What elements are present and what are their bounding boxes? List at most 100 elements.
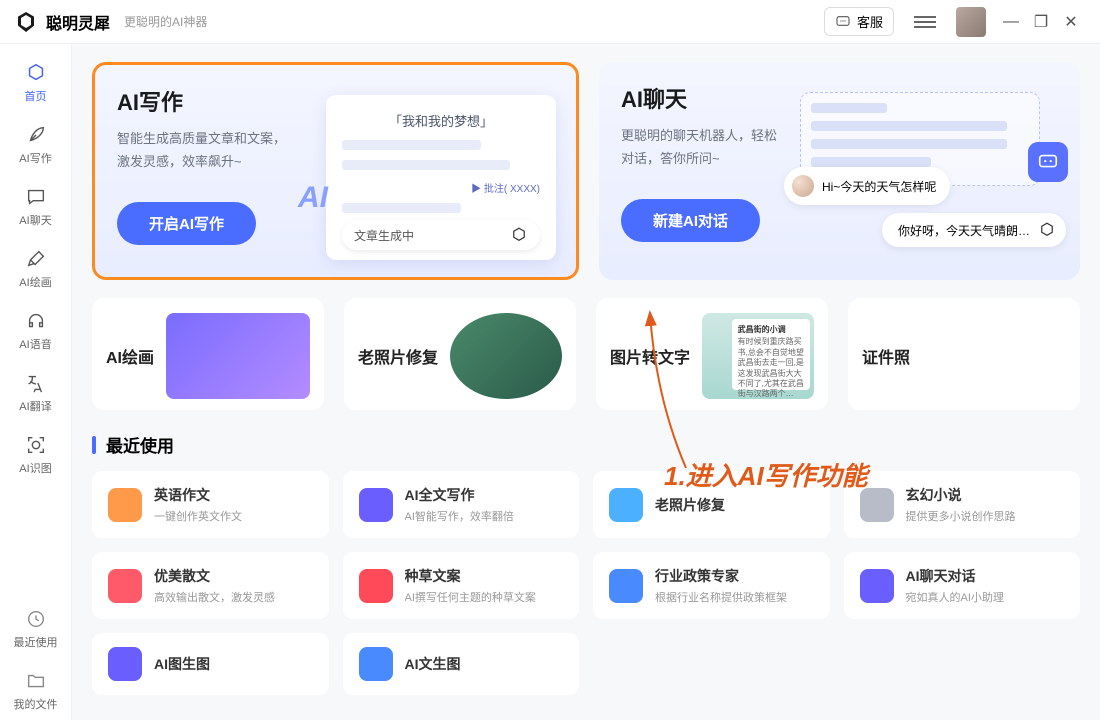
customer-service-button[interactable]: 客服 <box>824 7 894 36</box>
recent-item[interactable]: 英语作文 一键创作英文作文 <box>92 471 329 538</box>
translate-icon <box>25 372 47 394</box>
hero-card-write[interactable]: AI写作 智能生成高质量文章和文案，激发灵感，效率飙升~ 开启AI写作 「我和我… <box>92 62 579 280</box>
sidebar-item-label: 我的文件 <box>14 696 58 712</box>
recent-item-title: AI全文写作 <box>405 485 514 505</box>
recent-item-title: 老照片修复 <box>655 495 725 515</box>
headphone-icon <box>25 310 47 332</box>
recent-item-icon <box>108 488 142 522</box>
sidebar-item-label: AI写作 <box>19 150 51 166</box>
scan-icon <box>25 434 47 456</box>
chat-bubble-in: Hi~今天的天气怎样呢 <box>784 167 950 205</box>
brush-icon <box>25 248 47 270</box>
recent-item-icon <box>359 647 393 681</box>
recent-item-title: 种草文案 <box>405 566 536 586</box>
preview-note: ▶ 批注( XXXX) <box>342 180 540 195</box>
recent-item[interactable]: AI文生图 <box>343 633 580 695</box>
maximize-button[interactable]: ❐ <box>1026 12 1056 32</box>
recent-item-title: AI图生图 <box>154 654 210 674</box>
sidebar-item-ocr[interactable]: AI识图 <box>8 426 64 484</box>
sidebar-item-recent[interactable]: 最近使用 <box>8 600 64 658</box>
new-ai-chat-button[interactable]: 新建AI对话 <box>621 199 760 242</box>
hexagon-icon <box>510 226 528 244</box>
chat-fab-icon <box>1028 142 1068 182</box>
recent-item[interactable]: AI聊天对话 宛如真人的AI小助理 <box>844 552 1081 619</box>
recent-item-sub: AI撰写任何主题的种草文案 <box>405 589 536 605</box>
feature-title: 证件照 <box>862 344 910 368</box>
recent-item-sub: 提供更多小说创作思路 <box>906 508 1016 524</box>
recent-heading: 最近使用 <box>92 432 1080 457</box>
ocr-thumb: 武昌街的小调有时候到重庆路买书,总会不自觉地望武昌街去走一回,是这发现武昌街大大… <box>702 313 814 399</box>
recent-item-icon <box>359 488 393 522</box>
recent-item-title: 英语作文 <box>154 485 242 505</box>
feature-old-photo[interactable]: 老照片修复 <box>344 298 576 410</box>
recent-item-icon <box>609 569 643 603</box>
recent-item-title: 优美散文 <box>154 566 275 586</box>
app-tagline: 更聪明的AI神器 <box>124 13 207 30</box>
app-logo: 聪明灵犀 <box>14 10 110 34</box>
recent-item[interactable]: 种草文案 AI撰写任何主题的种草文案 <box>343 552 580 619</box>
recent-grid: 英语作文 一键创作英文作文 AI全文写作 AI智能写作，效率翻倍 老照片修复 玄… <box>92 471 1080 695</box>
recent-item[interactable]: 玄幻小说 提供更多小说创作思路 <box>844 471 1081 538</box>
recent-item-icon <box>108 647 142 681</box>
feature-ocr[interactable]: 图片转文字 武昌街的小调有时候到重庆路买书,总会不自觉地望武昌街去走一回,是这发… <box>596 298 828 410</box>
feature-ai-paint[interactable]: AI绘画 <box>92 298 324 410</box>
sidebar-item-label: AI识图 <box>19 460 51 476</box>
sidebar-item-chat[interactable]: AI聊天 <box>8 178 64 236</box>
sidebar-item-label: 最近使用 <box>14 634 58 650</box>
recent-item[interactable]: AI全文写作 AI智能写作，效率翻倍 <box>343 471 580 538</box>
minimize-button[interactable]: — <box>996 13 1026 31</box>
recent-item-sub: 根据行业名称提供政策框架 <box>655 589 787 605</box>
recent-item-title: AI文生图 <box>405 654 461 674</box>
close-button[interactable]: ✕ <box>1056 12 1086 32</box>
menu-button[interactable] <box>914 11 936 33</box>
app-title: 聪明灵犀 <box>46 10 110 34</box>
sidebar-item-voice[interactable]: AI语音 <box>8 302 64 360</box>
recent-item-title: 行业政策专家 <box>655 566 787 586</box>
chat-preview-panel: Hi~今天的天气怎样呢 你好呀，今天天气晴朗… <box>800 92 1060 257</box>
sidebar-item-home[interactable]: 首页 <box>8 54 64 112</box>
chat-bubble-icon <box>835 14 851 30</box>
sidebar-item-write[interactable]: AI写作 <box>8 116 64 174</box>
recent-heading-label: 最近使用 <box>106 432 174 457</box>
sidebar-item-translate[interactable]: AI翻译 <box>8 364 64 422</box>
preview-title: 「我和我的梦想」 <box>342 111 540 130</box>
titlebar: 聪明灵犀 更聪明的AI神器 客服 — ❐ ✕ <box>0 0 1100 44</box>
recent-item-sub: AI智能写作，效率翻倍 <box>405 508 514 524</box>
preview-footer: 文章生成中 <box>342 220 540 250</box>
id-thumb <box>922 311 1066 401</box>
sidebar-item-files[interactable]: 我的文件 <box>8 662 64 720</box>
start-ai-write-button[interactable]: 开启AI写作 <box>117 202 256 245</box>
sidebar-item-label: AI翻译 <box>19 398 51 414</box>
chat-icon <box>25 186 47 208</box>
hexagon-icon <box>25 62 47 84</box>
main-content: AI写作 智能生成高质量文章和文案，激发灵感，效率飙升~ 开启AI写作 「我和我… <box>72 44 1100 720</box>
sidebar-item-paint[interactable]: AI绘画 <box>8 240 64 298</box>
recent-item-sub: 一键创作英文作文 <box>154 508 242 524</box>
sidebar-item-label: AI绘画 <box>19 274 51 290</box>
avatar[interactable] <box>956 7 986 37</box>
chat-bubble-out: 你好呀，今天天气晴朗… <box>882 213 1066 247</box>
write-preview-panel: 「我和我的梦想」 ▶ 批注( XXXX) AI 文章生成中 <box>326 95 556 260</box>
recent-item[interactable]: 行业政策专家 根据行业名称提供政策框架 <box>593 552 830 619</box>
clock-icon <box>25 608 47 630</box>
recent-item[interactable]: 优美散文 高效输出散文，激发灵感 <box>92 552 329 619</box>
feature-title: 图片转文字 <box>610 344 690 368</box>
kefu-label: 客服 <box>857 12 883 31</box>
ai-badge-icon: AI <box>298 181 328 215</box>
recent-item-title: 玄幻小说 <box>906 485 1016 505</box>
hero-card-chat[interactable]: AI聊天 更聪明的聊天机器人，轻松对话，答你所问~ 新建AI对话 Hi~今天的天… <box>599 62 1080 280</box>
recent-item-sub: 宛如真人的AI小助理 <box>906 589 1004 605</box>
sidebar-item-label: 首页 <box>25 88 47 104</box>
recent-item-icon <box>860 569 894 603</box>
folder-icon <box>25 670 47 692</box>
sidebar: 首页 AI写作 AI聊天 AI绘画 AI语音 AI翻译 AI识图 最 <box>0 44 72 720</box>
annotation-text: 1.进入AI写作功能 <box>664 456 868 493</box>
recent-item[interactable]: AI图生图 <box>92 633 329 695</box>
sidebar-item-label: AI语音 <box>19 336 51 352</box>
photo-thumb <box>450 313 562 399</box>
feather-icon <box>25 124 47 146</box>
feature-id-photo[interactable]: 证件照 <box>848 298 1080 410</box>
recent-item-sub: 高效输出散文，激发灵感 <box>154 589 275 605</box>
recent-item-icon <box>359 569 393 603</box>
recent-item-icon <box>609 488 643 522</box>
